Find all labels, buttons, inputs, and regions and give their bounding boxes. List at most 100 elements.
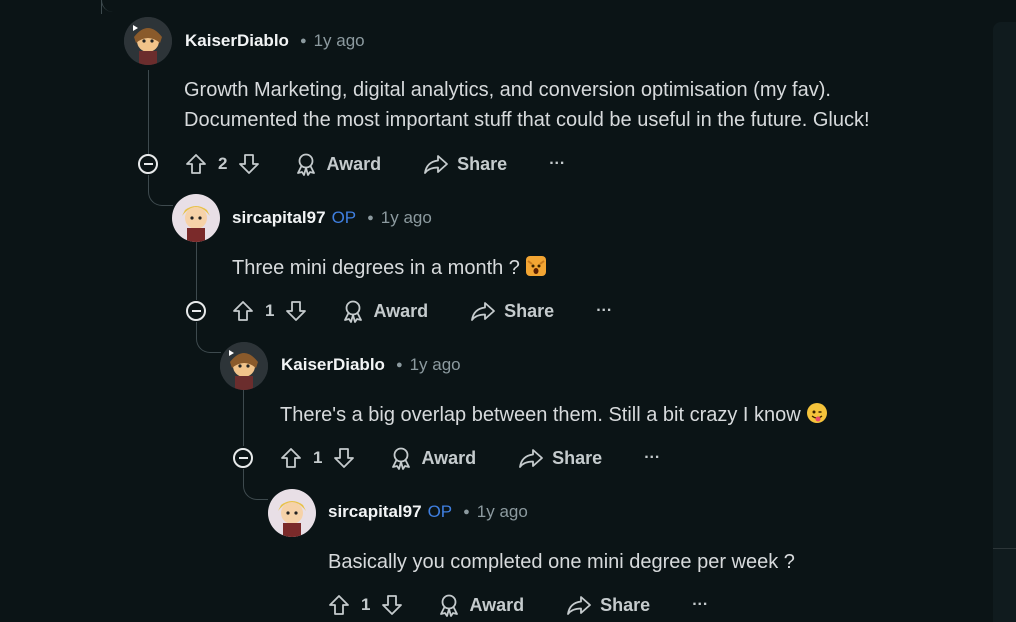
share-icon <box>519 449 544 468</box>
downvote-button[interactable] <box>380 593 404 617</box>
more-options-button[interactable]: ··· <box>692 596 708 614</box>
more-icon: ··· <box>644 449 661 466</box>
avatar[interactable] <box>268 489 316 537</box>
vote-score: 1 <box>313 448 323 467</box>
share-label: Share <box>600 594 651 615</box>
downvote-icon <box>239 154 260 174</box>
separator-dot: ● <box>463 506 470 518</box>
thread-connector <box>196 322 221 353</box>
thread-line[interactable] <box>148 70 149 154</box>
comment-line: Three mini degrees in a month ? <box>232 257 520 279</box>
award-button[interactable]: Award <box>389 446 476 470</box>
upvote-button[interactable] <box>231 299 255 323</box>
author-name[interactable]: sircapital97 <box>232 208 326 228</box>
downvote-icon <box>382 595 403 615</box>
more-options-button[interactable]: ··· <box>549 155 565 173</box>
timestamp[interactable]: 1y ago <box>381 208 432 228</box>
vote-score: 1 <box>265 301 275 320</box>
upvote-button[interactable] <box>184 152 208 176</box>
comment-actions: 2 Award Share ··· <box>184 149 565 179</box>
comment-body: Basically you completed one mini degree … <box>328 547 795 577</box>
award-icon <box>392 447 411 470</box>
timestamp[interactable]: 1y ago <box>410 355 461 375</box>
award-icon <box>344 300 363 323</box>
comment-actions: 1 Award Share ··· <box>327 590 708 620</box>
comment-line: There's a big overlap between them. Stil… <box>280 404 801 426</box>
award-label: Award <box>326 153 382 174</box>
comment-line: Documented the most important stuff that… <box>184 109 870 131</box>
award-button[interactable]: Award <box>341 299 428 323</box>
upvote-button[interactable] <box>327 593 351 617</box>
separator-dot: ● <box>367 212 374 224</box>
share-icon <box>567 596 592 615</box>
comment-header: KaiserDiablo ● 1y ago <box>281 355 461 375</box>
comment-actions: 1 Award Share ··· <box>279 443 660 473</box>
author-name[interactable]: KaiserDiablo <box>185 31 289 51</box>
separator-dot: ● <box>395 359 403 371</box>
share-button[interactable]: Share <box>423 152 507 176</box>
more-icon: ··· <box>692 596 709 613</box>
timestamp[interactable]: 1y ago <box>477 502 528 522</box>
sidebar-divider <box>993 548 1016 549</box>
comment-line: Basically you completed one mini degree … <box>328 551 795 573</box>
thread-connector <box>243 469 268 500</box>
comment-body: There's a big overlap between them. Stil… <box>280 400 827 430</box>
award-label: Award <box>373 300 429 321</box>
comment-body: Growth Marketing, digital analytics, and… <box>184 75 870 135</box>
comment-header: sircapital97 OP ● 1y ago <box>232 208 432 228</box>
thread-line[interactable] <box>196 242 197 300</box>
downvote-button[interactable] <box>284 299 308 323</box>
award-icon <box>297 153 316 176</box>
share-icon <box>424 155 449 174</box>
award-button[interactable]: Award <box>437 593 524 617</box>
comment-thread: KaiserDiablo ● 1y ago Growth Marketing, … <box>0 0 1016 622</box>
more-options-button[interactable]: ··· <box>644 449 660 467</box>
upvote-button[interactable] <box>279 446 303 470</box>
share-label: Share <box>504 300 555 321</box>
op-badge: OP <box>427 502 453 521</box>
avatar[interactable] <box>220 342 268 390</box>
avatar[interactable] <box>172 194 220 242</box>
share-label: Share <box>457 153 508 174</box>
comment-header: KaiserDiablo ● 1y ago <box>185 31 365 51</box>
more-icon: ··· <box>596 302 613 319</box>
comment-line: Growth Marketing, digital analytics, and… <box>184 79 831 101</box>
right-sidebar-edge <box>993 22 1016 622</box>
timestamp[interactable]: 1y ago <box>314 31 365 51</box>
avatar[interactable] <box>124 17 172 65</box>
thread-connector <box>148 175 173 206</box>
award-label: Award <box>421 447 477 468</box>
collapse-button[interactable] <box>138 154 158 174</box>
share-button[interactable]: Share <box>518 446 602 470</box>
share-label: Share <box>552 447 603 468</box>
share-button[interactable]: Share <box>470 299 554 323</box>
comment-body: Three mini degrees in a month ? <box>232 253 546 283</box>
upvote-icon <box>329 595 349 615</box>
vote-score: 2 <box>218 154 228 173</box>
share-icon <box>471 302 496 321</box>
award-label: Award <box>469 594 525 615</box>
upvote-icon <box>233 301 253 321</box>
tongue-wink-emoji <box>806 403 827 423</box>
author-name[interactable]: sircapital97 <box>328 502 422 522</box>
downvote-icon <box>286 301 307 321</box>
award-icon <box>440 594 459 617</box>
more-icon: ··· <box>549 155 566 172</box>
downvote-button[interactable] <box>237 152 261 176</box>
award-button[interactable]: Award <box>294 152 381 176</box>
share-button[interactable]: Share <box>566 593 650 617</box>
thread-line <box>101 0 102 14</box>
upvote-icon <box>186 154 206 174</box>
vote-score: 1 <box>361 595 371 614</box>
thread-connector <box>101 0 124 12</box>
author-name[interactable]: KaiserDiablo <box>281 355 385 375</box>
upvote-icon <box>281 448 301 468</box>
downvote-button[interactable] <box>332 446 356 470</box>
cat-scream-emoji <box>525 256 546 276</box>
downvote-icon <box>334 448 355 468</box>
collapse-button[interactable] <box>233 448 253 468</box>
thread-line[interactable] <box>243 390 244 446</box>
more-options-button[interactable]: ··· <box>596 302 612 320</box>
collapse-button[interactable] <box>186 301 206 321</box>
comment-header: sircapital97 OP ● 1y ago <box>328 502 528 522</box>
